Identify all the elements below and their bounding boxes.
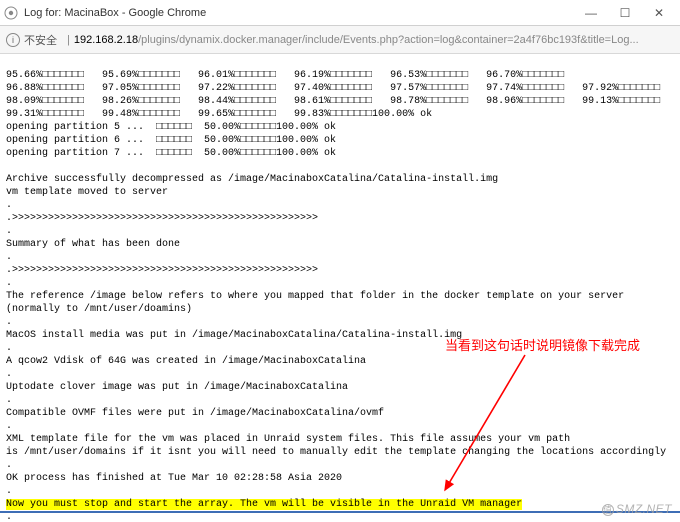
log-output: 95.66%□□□□□□□ 95.69%□□□□□□□ 96.01%□□□□□□… bbox=[0, 54, 680, 522]
log-line: . bbox=[6, 395, 12, 406]
insecure-label: 不安全 bbox=[24, 32, 57, 48]
chrome-app-icon bbox=[4, 6, 18, 20]
log-line: . bbox=[6, 252, 12, 263]
window-controls: — ☐ ✕ bbox=[574, 2, 676, 24]
address-bar[interactable]: i 不安全 | 192.168.2.18/plugins/dynamix.doc… bbox=[0, 26, 680, 54]
log-line: MacOS install media was put in /image/Ma… bbox=[6, 330, 462, 341]
window-title: Log for: MacinaBox - Google Chrome bbox=[24, 7, 574, 19]
log-line: vm template moved to server bbox=[6, 187, 168, 198]
log-line: A qcow2 Vdisk of 64G was created in /ima… bbox=[6, 356, 366, 367]
log-line: 95.66%□□□□□□□ 95.69%□□□□□□□ 96.01%□□□□□□… bbox=[6, 70, 564, 81]
log-line: The reference /image below refers to whe… bbox=[6, 291, 624, 302]
log-line: XML template file for the vm was placed … bbox=[6, 434, 570, 445]
log-line: opening partition 6 ... □□□□□□ 50.00%□□□… bbox=[6, 135, 336, 146]
bottom-blue-line bbox=[0, 511, 680, 513]
log-line: 98.09%□□□□□□□ 98.26%□□□□□□□ 98.44%□□□□□□… bbox=[6, 96, 660, 107]
log-line: OK process has finished at Tue Mar 10 02… bbox=[6, 473, 342, 484]
site-info-icon[interactable]: i bbox=[6, 33, 20, 47]
log-line: (normally to /mnt/user/doamins) bbox=[6, 304, 192, 315]
log-line: Archive successfully decompressed as /im… bbox=[6, 174, 498, 185]
log-line: Summary of what has been done bbox=[6, 239, 180, 250]
close-button[interactable]: ✕ bbox=[642, 2, 676, 24]
log-line: opening partition 5 ... □□□□□□ 50.00%□□□… bbox=[6, 122, 336, 133]
log-line: . bbox=[6, 512, 12, 522]
log-line: . bbox=[6, 343, 12, 354]
log-line: is /mnt/user/domains if it isnt you will… bbox=[6, 447, 666, 458]
log-line: .>>>>>>>>>>>>>>>>>>>>>>>>>>>>>>>>>>>>>>>… bbox=[6, 213, 318, 224]
watermark: 值SMZ.NET bbox=[602, 502, 672, 516]
log-line: .>>>>>>>>>>>>>>>>>>>>>>>>>>>>>>>>>>>>>>>… bbox=[6, 265, 318, 276]
watermark-icon: 值 bbox=[602, 504, 614, 516]
log-line: . bbox=[6, 278, 12, 289]
log-line: 96.88%□□□□□□□ 97.05%□□□□□□□ 97.22%□□□□□□… bbox=[6, 83, 660, 94]
minimize-button[interactable]: — bbox=[574, 2, 608, 24]
log-line: Uptodate clover image was put in /image/… bbox=[6, 382, 348, 393]
maximize-button[interactable]: ☐ bbox=[608, 2, 642, 24]
log-line: . bbox=[6, 486, 12, 497]
log-line: 99.31%□□□□□□□ 99.48%□□□□□□□ 99.65%□□□□□□… bbox=[6, 109, 432, 120]
log-line: Compatible OVMF files were put in /image… bbox=[6, 408, 384, 419]
titlebar: Log for: MacinaBox - Google Chrome — ☐ ✕ bbox=[0, 0, 680, 26]
log-line: . bbox=[6, 226, 12, 237]
annotation-text: 当看到这句话时说明镜像下载完成 bbox=[445, 335, 640, 354]
log-line: . bbox=[6, 200, 12, 211]
log-line: opening partition 7 ... □□□□□□ 50.00%□□□… bbox=[6, 148, 336, 159]
log-line: . bbox=[6, 369, 12, 380]
log-line: . bbox=[6, 421, 12, 432]
log-line: . bbox=[6, 317, 12, 328]
url-text: 192.168.2.18/plugins/dynamix.docker.mana… bbox=[74, 34, 674, 46]
log-line-highlight: Now you must stop and start the array. T… bbox=[6, 499, 522, 510]
log-line: . bbox=[6, 460, 12, 471]
